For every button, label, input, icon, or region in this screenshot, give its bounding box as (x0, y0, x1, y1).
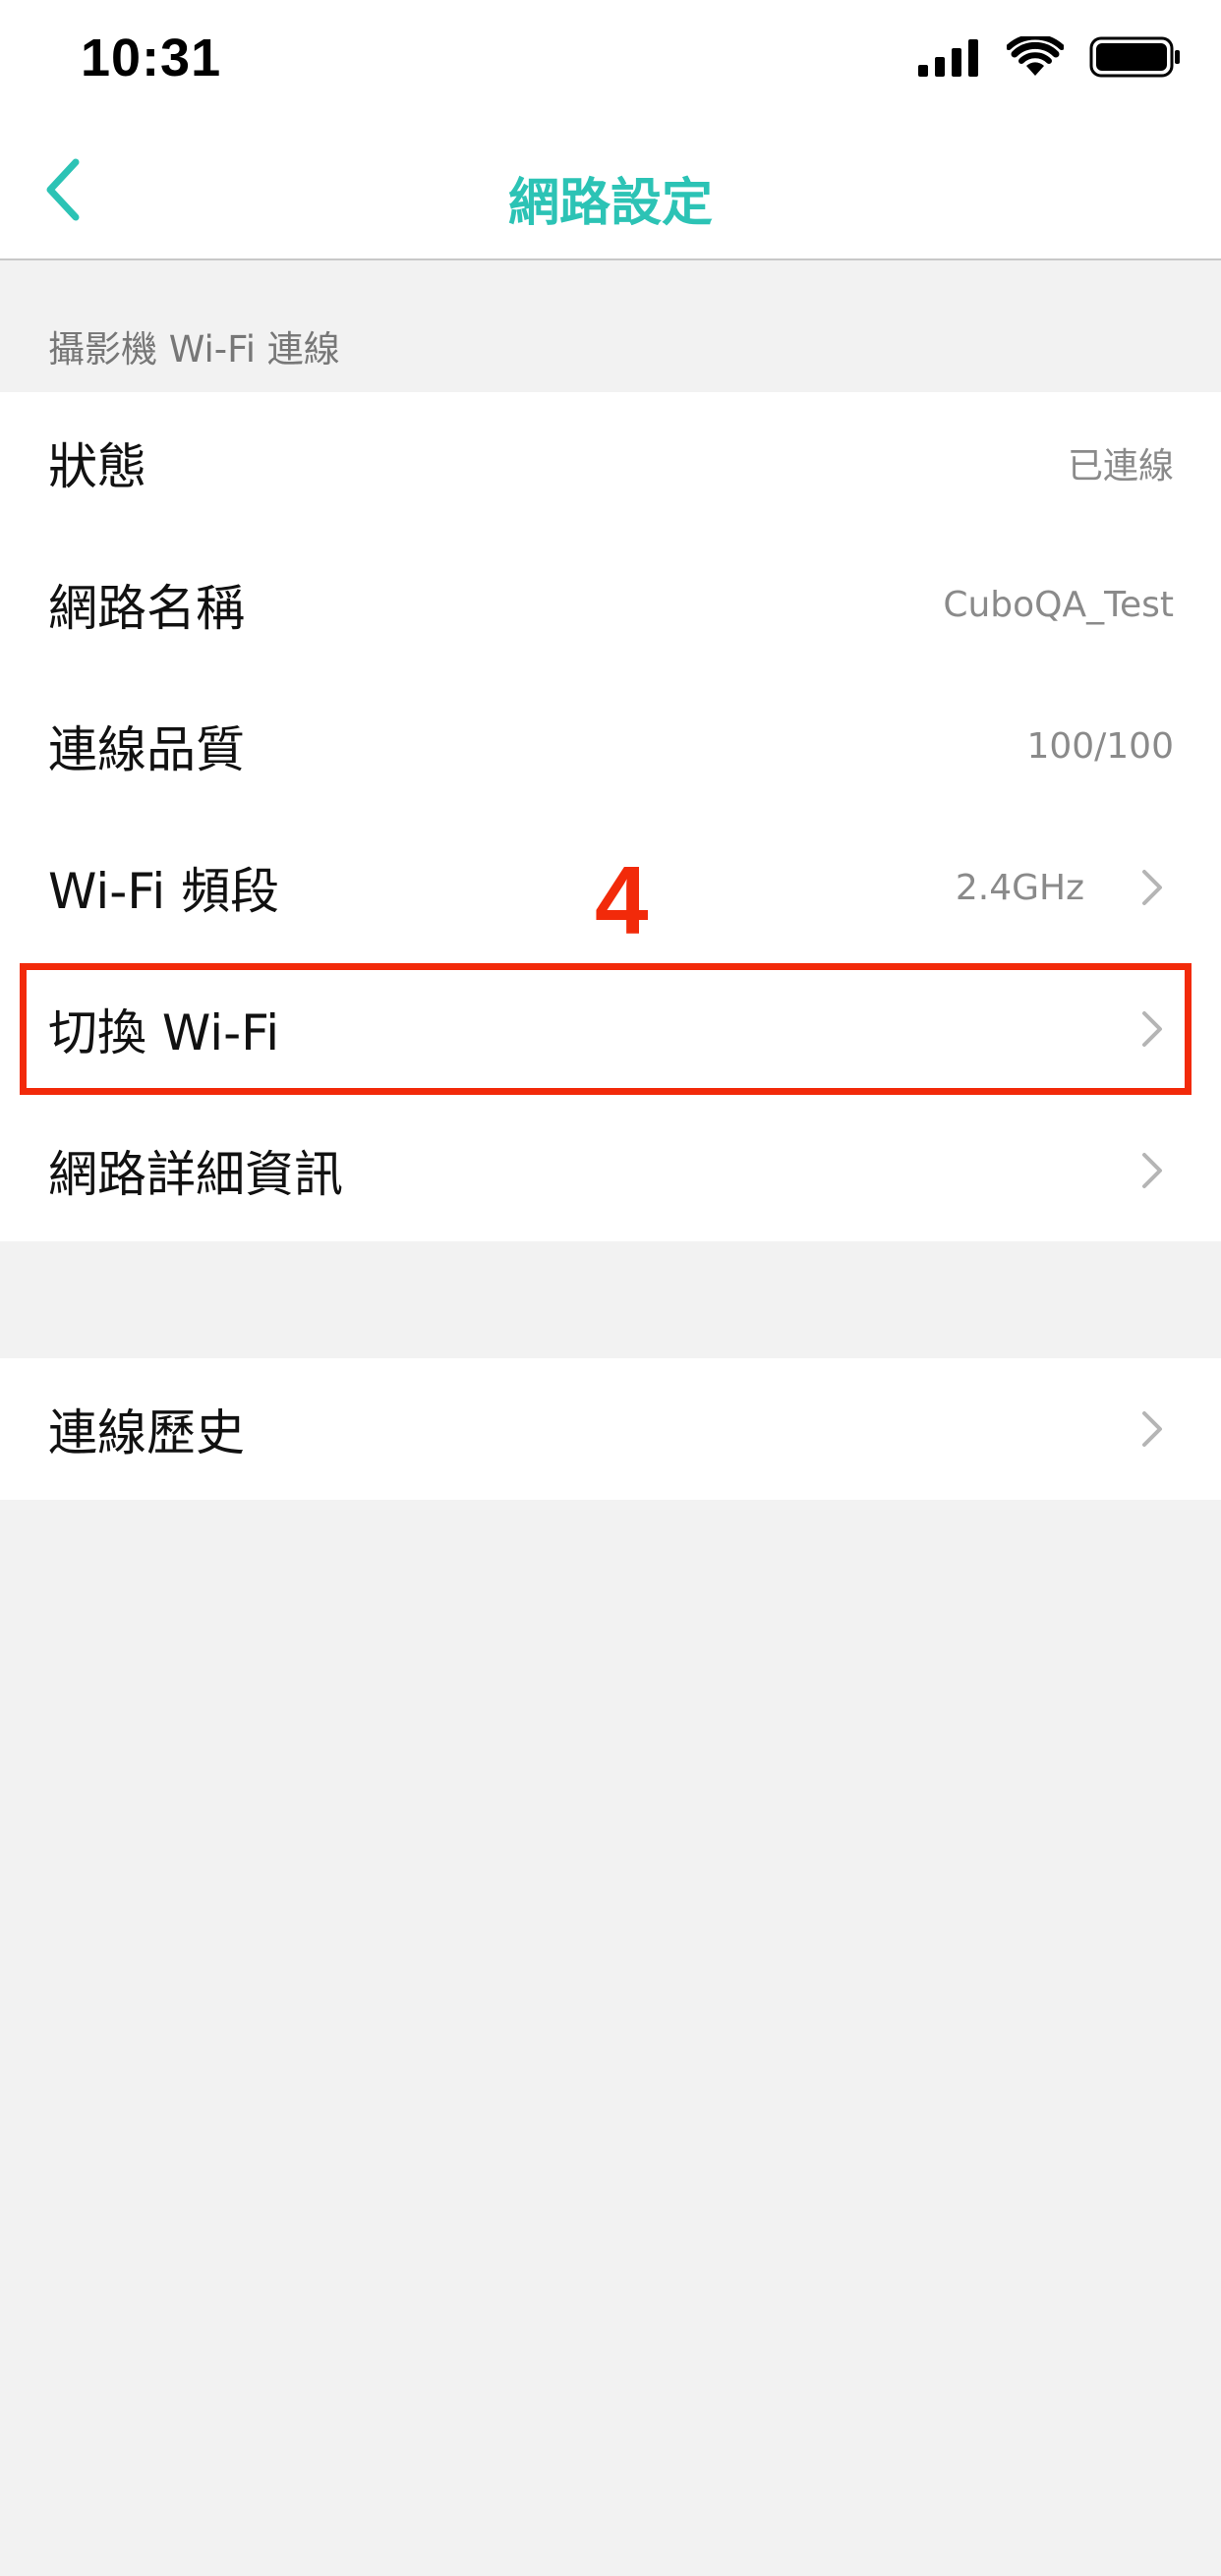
wifi-icon (1006, 33, 1065, 82)
row-label: 網路詳細資訊 (48, 1146, 343, 1203)
row-switch-wifi[interactable]: 切換 Wi-Fi (0, 958, 1221, 1100)
row-network-name: 網路名稱 CuboQA_Test (0, 534, 1221, 675)
history-group: 連線歷史 (0, 1358, 1221, 1500)
row-label: 連線歷史 (48, 1404, 245, 1461)
row-value: CuboQA_Test (943, 584, 1174, 625)
annotation-step-number: 4 (595, 846, 649, 954)
row-label: 網路名稱 (48, 580, 245, 637)
chevron-right-icon (1140, 1151, 1164, 1190)
back-button[interactable] (28, 157, 96, 226)
signal-icon (918, 37, 981, 81)
row-value: 100/100 (1026, 725, 1174, 767)
row-label: 狀態 (48, 438, 146, 495)
status-icons (918, 33, 1182, 83)
row-connection-quality: 連線品質 100/100 (0, 675, 1221, 817)
row-label: 切換 Wi-Fi (48, 1004, 280, 1061)
page-title: 網路設定 (507, 174, 713, 233)
battery-icon (1089, 35, 1182, 83)
nav-bar: 網路設定 (0, 128, 1221, 260)
row-value: 已連線 (1067, 446, 1174, 487)
row-label: Wi-Fi 頻段 (48, 863, 280, 920)
wifi-settings-group: 狀態 已連線 網路名稱 CuboQA_Test 連線品質 100/100 Wi-… (0, 392, 1221, 1241)
row-connection-history[interactable]: 連線歷史 (0, 1358, 1221, 1500)
status-bar: 10:31 (0, 0, 1221, 128)
section-header-label: 攝影機 Wi-Fi 連線 (48, 328, 340, 371)
status-time: 10:31 (81, 29, 222, 87)
chevron-left-icon (42, 158, 82, 225)
row-status: 狀態 已連線 (0, 392, 1221, 534)
chevron-right-icon (1140, 868, 1164, 907)
row-label: 連線品質 (48, 721, 245, 778)
chevron-right-icon (1140, 1409, 1164, 1449)
section-header: 攝影機 Wi-Fi 連線 (0, 260, 1221, 392)
row-network-details[interactable]: 網路詳細資訊 (0, 1100, 1221, 1241)
chevron-right-icon (1140, 1009, 1164, 1049)
row-value: 2.4GHz (955, 867, 1084, 908)
